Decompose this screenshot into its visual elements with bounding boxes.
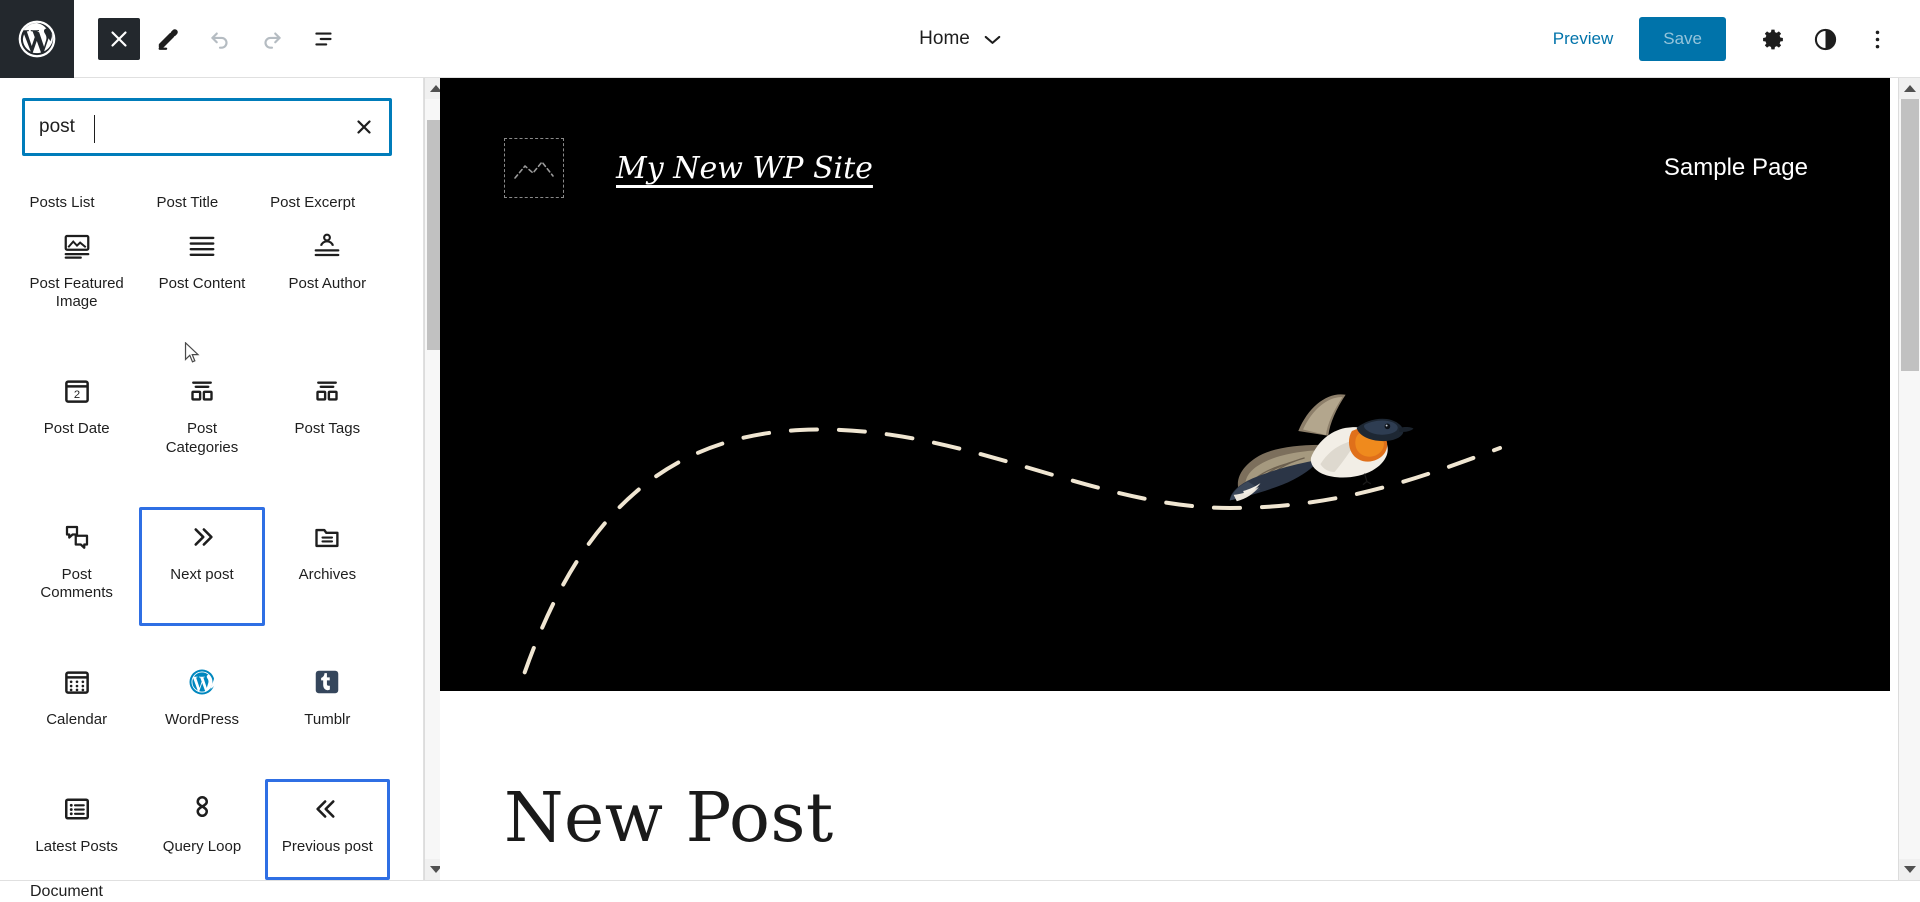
svg-text:2: 2	[74, 389, 80, 401]
block-label-post-title[interactable]: Post Title	[139, 194, 235, 218]
chevron-double-right-icon	[185, 520, 219, 554]
toolbar-right-group: Preview Save	[1539, 0, 1900, 78]
toolbar-left-group	[74, 15, 348, 63]
block-post-author[interactable]: Post Author	[265, 216, 390, 335]
flying-swallow-bird-image	[1229, 394, 1414, 502]
search-input[interactable]	[25, 116, 339, 138]
canvas-scrollbar[interactable]	[1898, 78, 1920, 880]
post-title-heading[interactable]: New Post	[440, 691, 1890, 858]
calendar-grid-icon	[60, 665, 94, 699]
featured-image-icon	[60, 229, 94, 263]
image-placeholder-icon	[514, 161, 554, 179]
document-title: Home	[919, 28, 970, 49]
tumblr-icon	[310, 665, 344, 699]
block-label: Latest Posts	[35, 837, 118, 855]
block-tumblr[interactable]: Tumblr	[265, 652, 390, 753]
comments-icon	[60, 520, 94, 554]
list-view-button[interactable]	[300, 15, 348, 63]
edit-mode-button[interactable]	[144, 15, 192, 63]
calendar-date-icon: 2	[60, 374, 94, 408]
block-label: Post Categories	[165, 420, 239, 456]
mouse-cursor	[184, 342, 200, 363]
gear-icon	[1762, 29, 1783, 49]
block-wordpress[interactable]: WordPress	[139, 652, 264, 753]
block-label: Post Author	[288, 275, 367, 292]
block-label: Post Featured Image	[29, 275, 124, 311]
block-label: Query Loop	[162, 837, 242, 855]
post-author-icon	[310, 229, 344, 263]
status-bar: Document	[0, 880, 1920, 902]
block-label: Post Comments	[40, 565, 113, 601]
block-post-categories[interactable]: Post Categories	[139, 361, 264, 480]
status-bar-label: Document	[30, 882, 103, 900]
block-label: Post Content	[158, 275, 246, 292]
scroll-down-button[interactable]	[1899, 859, 1920, 880]
block-label: Post Tags	[294, 420, 361, 438]
block-label: Tumblr	[304, 710, 351, 728]
block-inserter-panel: Posts List Post Title Post Excerpt Post …	[0, 78, 424, 880]
block-label-post-excerpt[interactable]: Post Excerpt	[265, 194, 361, 218]
wordpress-badge-icon	[185, 665, 219, 699]
editor-canvas: My New WP Site Sample Page New Post	[440, 78, 1890, 880]
close-editor-button[interactable]	[98, 17, 140, 60]
save-button[interactable]: Save	[1639, 17, 1726, 61]
close-x-icon	[357, 120, 371, 134]
block-post-tags[interactable]: Post Tags	[265, 361, 390, 480]
preview-button[interactable]: Preview	[1539, 21, 1627, 57]
nav-link-sample-page[interactable]: Sample Page	[1664, 154, 1808, 181]
site-header: My New WP Site Sample Page	[440, 138, 1890, 198]
block-label: WordPress	[165, 710, 239, 728]
contrast-half-circle-icon	[1814, 28, 1836, 50]
site-logo-placeholder[interactable]	[504, 138, 564, 198]
block-label: Previous post	[281, 837, 373, 855]
block-query-loop[interactable]: Query Loop	[139, 779, 264, 880]
archive-icon	[310, 520, 344, 554]
clear-search-button[interactable]	[339, 102, 389, 152]
more-options-button[interactable]	[1854, 16, 1900, 62]
block-post-comments[interactable]: Post Comments	[14, 507, 139, 626]
three-dots-vertical-icon	[1875, 30, 1879, 48]
text-caret	[94, 115, 95, 143]
undo-button[interactable]	[196, 15, 244, 63]
block-previous-post[interactable]: Previous post	[264, 778, 390, 880]
block-search-field[interactable]	[22, 98, 392, 156]
site-hero-section: My New WP Site Sample Page	[440, 78, 1890, 691]
redo-button[interactable]	[248, 15, 296, 63]
query-loop-infinity-icon	[185, 792, 219, 826]
tags-icon	[310, 374, 344, 408]
post-content-icon	[185, 229, 219, 263]
block-label: Calendar	[46, 710, 108, 728]
categories-icon	[185, 374, 219, 408]
site-title-link[interactable]: My New WP Site	[616, 151, 873, 186]
latest-posts-icon	[60, 792, 94, 826]
block-post-content[interactable]: Post Content	[139, 216, 264, 335]
block-label: Next post	[170, 565, 234, 583]
block-label-posts-list[interactable]: Posts List	[14, 194, 110, 218]
chevron-down-icon	[984, 35, 1001, 44]
scroll-up-button[interactable]	[1899, 78, 1920, 99]
wordpress-site-editor: Home Preview Save Posts List Post Title …	[0, 0, 1920, 902]
scroll-thumb[interactable]	[1901, 99, 1919, 371]
block-calendar[interactable]: Calendar	[14, 652, 139, 753]
global-styles-button[interactable]	[1802, 16, 1848, 62]
post-content-area: New Post	[440, 691, 1890, 858]
block-latest-posts[interactable]: Latest Posts	[14, 779, 139, 880]
block-post-featured-image[interactable]: Post Featured Image	[14, 216, 139, 335]
wordpress-logo-icon[interactable]	[0, 0, 74, 78]
block-post-date[interactable]: 2 Post Date	[14, 361, 139, 480]
block-label: Post Date	[43, 420, 110, 438]
block-archives[interactable]: Archives	[265, 507, 390, 626]
block-label: Archives	[298, 565, 357, 583]
editor-toolbar: Home Preview Save	[0, 0, 1920, 78]
settings-button[interactable]	[1750, 16, 1796, 62]
site-navigation: Sample Page	[1664, 154, 1808, 182]
chevron-double-left-icon	[310, 792, 344, 826]
block-next-post[interactable]: Next post	[139, 506, 265, 626]
document-switcher[interactable]: Home	[919, 28, 1001, 50]
